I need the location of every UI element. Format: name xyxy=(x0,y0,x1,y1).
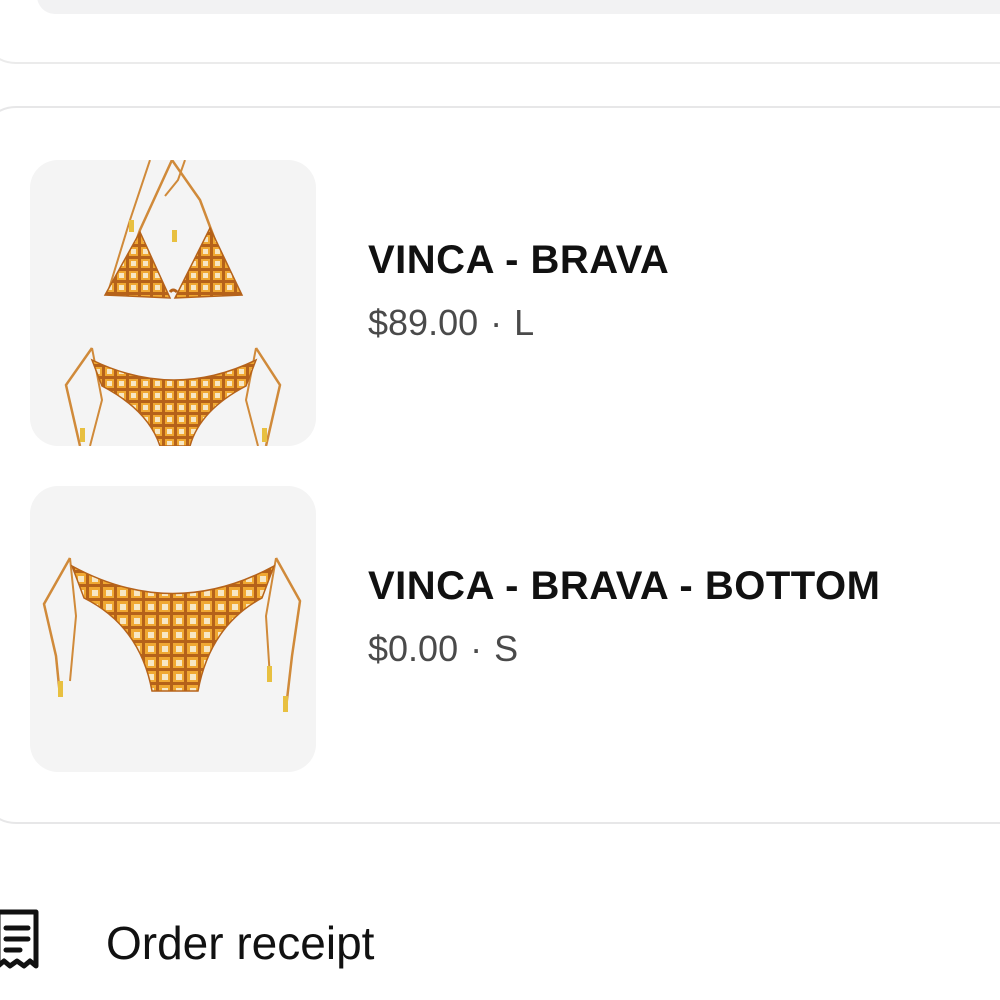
meta-separator: · xyxy=(490,302,503,343)
item-name: VINCA - BRAVA - BOTTOM xyxy=(368,564,881,608)
order-receipt-label: Order receipt xyxy=(106,917,375,969)
item-meta: $0.00 · S xyxy=(368,628,518,670)
receipt-icon xyxy=(0,909,39,969)
meta-separator: · xyxy=(470,628,483,669)
item-price: $89.00 xyxy=(368,302,479,343)
order-item[interactable]: VINCA - BRAVA $89.00 · L xyxy=(30,160,1000,446)
bikini-set-image xyxy=(30,160,316,446)
item-size: L xyxy=(514,302,535,343)
item-size: S xyxy=(494,628,519,669)
order-details-page: VINCA - BRAVA $89.00 · L VINCA - BRAVA -… xyxy=(0,0,1000,1000)
item-name: VINCA - BRAVA xyxy=(368,238,670,282)
order-item[interactable]: VINCA - BRAVA - BOTTOM $0.00 · S xyxy=(30,486,1000,772)
bikini-bottom-image xyxy=(30,486,316,772)
previous-section-bar xyxy=(37,0,1000,14)
item-meta: $89.00 · L xyxy=(368,302,534,344)
item-price: $0.00 xyxy=(368,628,459,669)
previous-section-card xyxy=(0,0,1000,64)
order-receipt-row[interactable]: Order receipt xyxy=(0,900,1000,990)
